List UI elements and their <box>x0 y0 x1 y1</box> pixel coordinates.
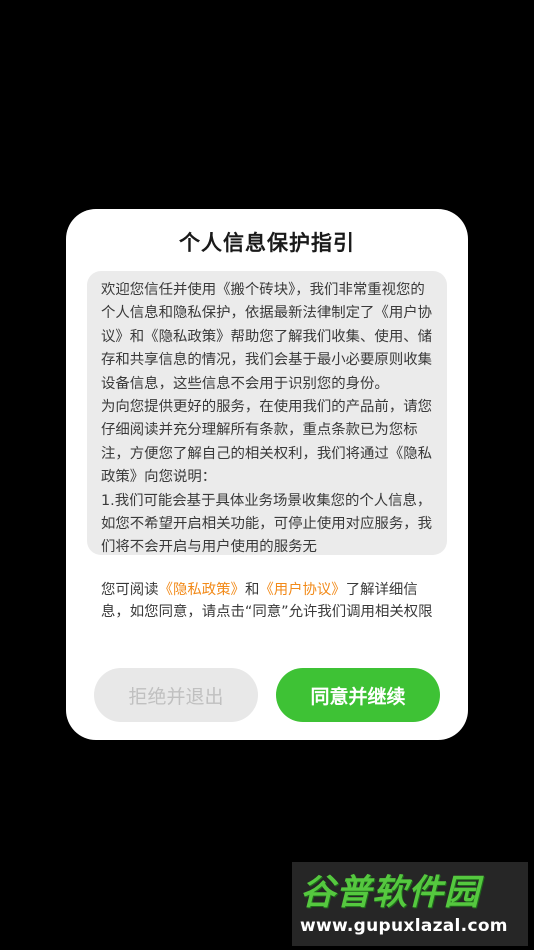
user-agreement-link[interactable]: 《用户协议》 <box>259 582 345 598</box>
consent-notice: 您可阅读《隐私政策》和《用户协议》了解详细信息，如您同意，请点击“同意”允许我们… <box>101 579 441 623</box>
reject-exit-button[interactable]: 拒绝并退出 <box>94 668 258 722</box>
watermark-url: www.gupuxlazal.com <box>300 916 508 936</box>
watermark-logo: 谷普软件园 <box>300 873 481 913</box>
policy-paragraph: 欢迎您信任并使用《搬个砖块》，我们非常重视您的个人信息和隐私保护，依据最新法律制… <box>101 282 432 392</box>
site-watermark: 谷普软件园 www.gupuxlazal.com <box>292 862 528 946</box>
policy-paragraph: 1.我们可能会基于具体业务场景收集您的个人信息，如您不希望开启相关功能，可停止使… <box>101 492 432 555</box>
agree-continue-button[interactable]: 同意并继续 <box>276 668 440 722</box>
notice-and: 和 <box>244 582 260 598</box>
privacy-policy-link[interactable]: 《隐私政策》 <box>159 582 245 598</box>
policy-scroll-area[interactable]: 欢迎您信任并使用《搬个砖块》，我们非常重视您的个人信息和隐私保护，依据最新法律制… <box>87 271 447 555</box>
policy-paragraph: 为向您提供更好的服务，在使用我们的产品前，请您仔细阅读并充分理解所有条款，重点条… <box>101 399 432 486</box>
policy-text: 欢迎您信任并使用《搬个砖块》，我们非常重视您的个人信息和隐私保护，依据最新法律制… <box>101 279 433 555</box>
privacy-dialog: 个人信息保护指引 欢迎您信任并使用《搬个砖块》，我们非常重视您的个人信息和隐私保… <box>66 209 468 740</box>
notice-prefix: 您可阅读 <box>101 582 159 598</box>
dialog-title: 个人信息保护指引 <box>179 231 355 255</box>
